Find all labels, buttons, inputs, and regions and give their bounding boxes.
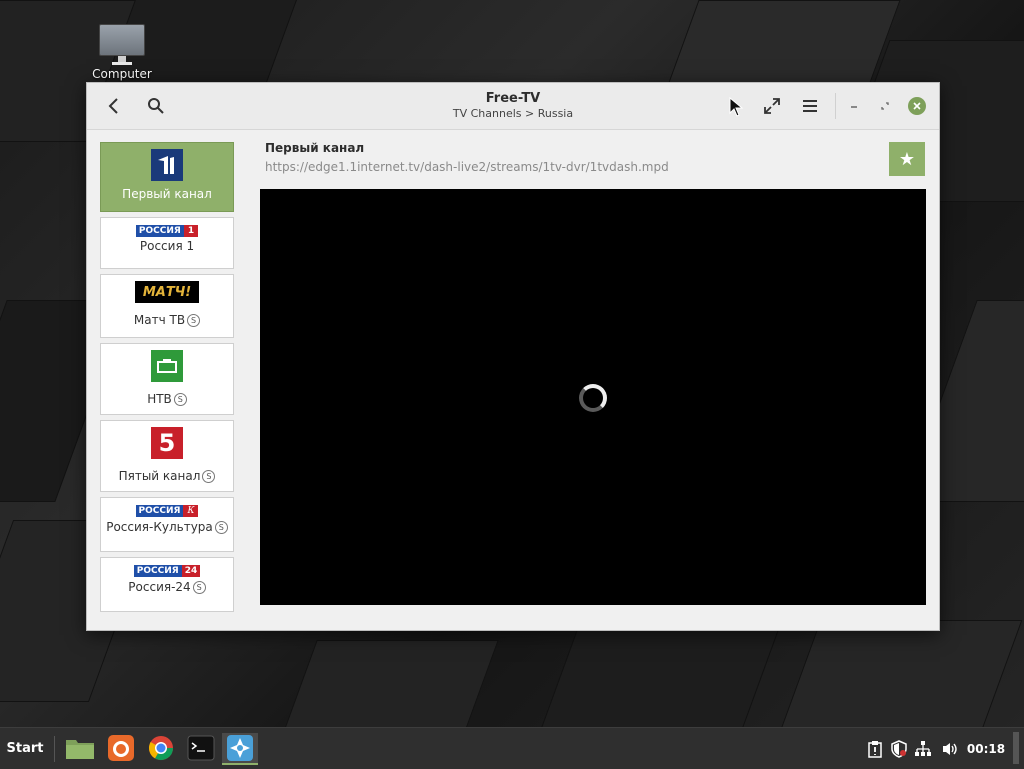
- sidebar-item-label: Россия-Культура: [106, 520, 213, 534]
- sidebar-item-rossiya-24[interactable]: РОССИЯ 24 Россия-24 S: [100, 557, 234, 612]
- volume-icon: [943, 742, 957, 755]
- logo-text: РОССИЯ: [135, 225, 184, 237]
- hamburger-menu-icon: [803, 100, 817, 112]
- sidebar-item-label: Россия-24: [128, 580, 191, 594]
- menu-button[interactable]: [795, 91, 825, 121]
- logo-text: РОССИЯ: [133, 565, 182, 577]
- channel-title: Первый канал: [265, 141, 365, 155]
- fullscreen-icon: [764, 98, 780, 114]
- sidebar-item-pyatyi-kanal[interactable]: 5 Пятый канал S: [100, 420, 234, 492]
- channel-url: https://edge1.1internet.tv/dash-live2/st…: [265, 160, 669, 174]
- sidebar-item-label: Россия 1: [139, 239, 195, 253]
- pyatyi-kanal-logo-icon: 5: [151, 427, 183, 459]
- desktop-icon-computer[interactable]: Computer: [88, 24, 156, 81]
- logo-text: РОССИЯ: [135, 505, 184, 517]
- minimize-icon: [851, 106, 857, 108]
- mouse-cursor-icon: [728, 96, 744, 121]
- start-button[interactable]: Start: [0, 728, 50, 769]
- video-player[interactable]: [260, 189, 926, 605]
- subscription-badge-icon: S: [214, 521, 228, 534]
- subscription-badge-icon: S: [192, 581, 206, 594]
- sidebar-item-label: Матч ТВ: [133, 313, 186, 327]
- close-button[interactable]: [908, 97, 926, 115]
- firefox-launcher[interactable]: [105, 733, 137, 763]
- desktop-icon-label: Computer: [92, 67, 152, 81]
- back-button[interactable]: [99, 91, 129, 121]
- folder-icon: [66, 740, 94, 759]
- network-tray-item[interactable]: [912, 728, 934, 769]
- ntv-logo-icon: [151, 350, 183, 382]
- network-icon: [915, 740, 931, 756]
- maximize-icon: [881, 102, 889, 110]
- star-icon: ★: [898, 148, 916, 170]
- subscription-badge-icon: S: [173, 393, 187, 406]
- match-tv-logo-icon: МАТЧ!: [135, 281, 199, 303]
- sidebar-item-label: Первый канал: [122, 187, 212, 201]
- logo-number: 1: [183, 225, 199, 237]
- alert-clipboard-icon: [868, 740, 882, 758]
- firefox-icon: [108, 735, 134, 761]
- sidebar-item-rossiya-1[interactable]: РОССИЯ 1 Россия 1: [100, 217, 234, 269]
- free-tv-icon: [227, 735, 253, 761]
- chrome-icon: [148, 736, 173, 761]
- sidebar-item-label: Пятый канал: [118, 469, 201, 483]
- sidebar-item-label: НТВ: [147, 392, 172, 406]
- sidebar-item-rossiya-kultura[interactable]: РОССИЯ К Россия-Культура S: [100, 497, 234, 552]
- taskbar: Start 00:18: [0, 727, 1024, 769]
- sidebar-item-ntv[interactable]: НТВ S: [100, 343, 234, 415]
- subscription-badge-icon: S: [202, 470, 216, 483]
- titlebar-divider: [835, 93, 836, 119]
- sidebar-item-perviy-kanal[interactable]: Первый канал: [100, 142, 234, 212]
- maximize-button[interactable]: [876, 97, 894, 115]
- logo-letter: К: [183, 505, 199, 517]
- security-tray-item[interactable]: [888, 728, 910, 769]
- close-icon: [913, 102, 921, 110]
- shield-icon: [891, 739, 907, 758]
- files-launcher[interactable]: [64, 733, 96, 763]
- fullscreen-button[interactable]: [757, 91, 787, 121]
- terminal-launcher[interactable]: [185, 733, 217, 763]
- logo-number: 24: [181, 565, 201, 577]
- rossiya-1-logo-icon: РОССИЯ 1: [101, 225, 233, 237]
- minimize-button[interactable]: [845, 97, 863, 115]
- perviy-kanal-logo-icon: [151, 149, 183, 181]
- title-main: Free-TV: [485, 91, 541, 106]
- favorite-button[interactable]: ★: [889, 142, 925, 176]
- notification-tray-item[interactable]: [864, 728, 886, 769]
- subscription-badge-icon: S: [187, 314, 201, 327]
- chevron-left-icon: [108, 98, 118, 114]
- logo-number: 5: [158, 429, 176, 457]
- rossiya-kultura-logo-icon: РОССИЯ К: [101, 505, 233, 517]
- search-button[interactable]: [141, 91, 171, 121]
- search-icon: [148, 98, 164, 114]
- terminal-icon: [187, 735, 215, 761]
- channel-header: Первый канал https://edge1.1internet.tv/…: [265, 141, 669, 174]
- titlebar: Free-TV TV Channels > Russia: [87, 83, 939, 130]
- free-tv-launcher[interactable]: [222, 733, 258, 765]
- sidebar-item-match-tv[interactable]: МАТЧ! Матч ТВ S: [100, 274, 234, 338]
- window-title: Free-TV TV Channels > Russia: [387, 91, 639, 120]
- rossiya-24-logo-icon: РОССИЯ 24: [101, 565, 233, 577]
- taskbar-divider: [54, 736, 55, 762]
- show-desktop-button[interactable]: [1013, 732, 1019, 764]
- channel-list: Первый канал РОССИЯ 1 Россия 1 МАТЧ! Матч…: [98, 142, 238, 616]
- taskbar-clock[interactable]: 00:18: [964, 728, 1008, 769]
- logo-text: МАТЧ!: [142, 284, 192, 300]
- title-subtitle: TV Channels > Russia: [452, 107, 574, 120]
- volume-tray-item[interactable]: [938, 728, 962, 769]
- computer-icon: [88, 24, 156, 65]
- chrome-launcher[interactable]: [145, 733, 177, 763]
- app-window: Free-TV TV Channels > Russia Первый кана…: [86, 82, 940, 631]
- loading-spinner-icon: [579, 384, 607, 412]
